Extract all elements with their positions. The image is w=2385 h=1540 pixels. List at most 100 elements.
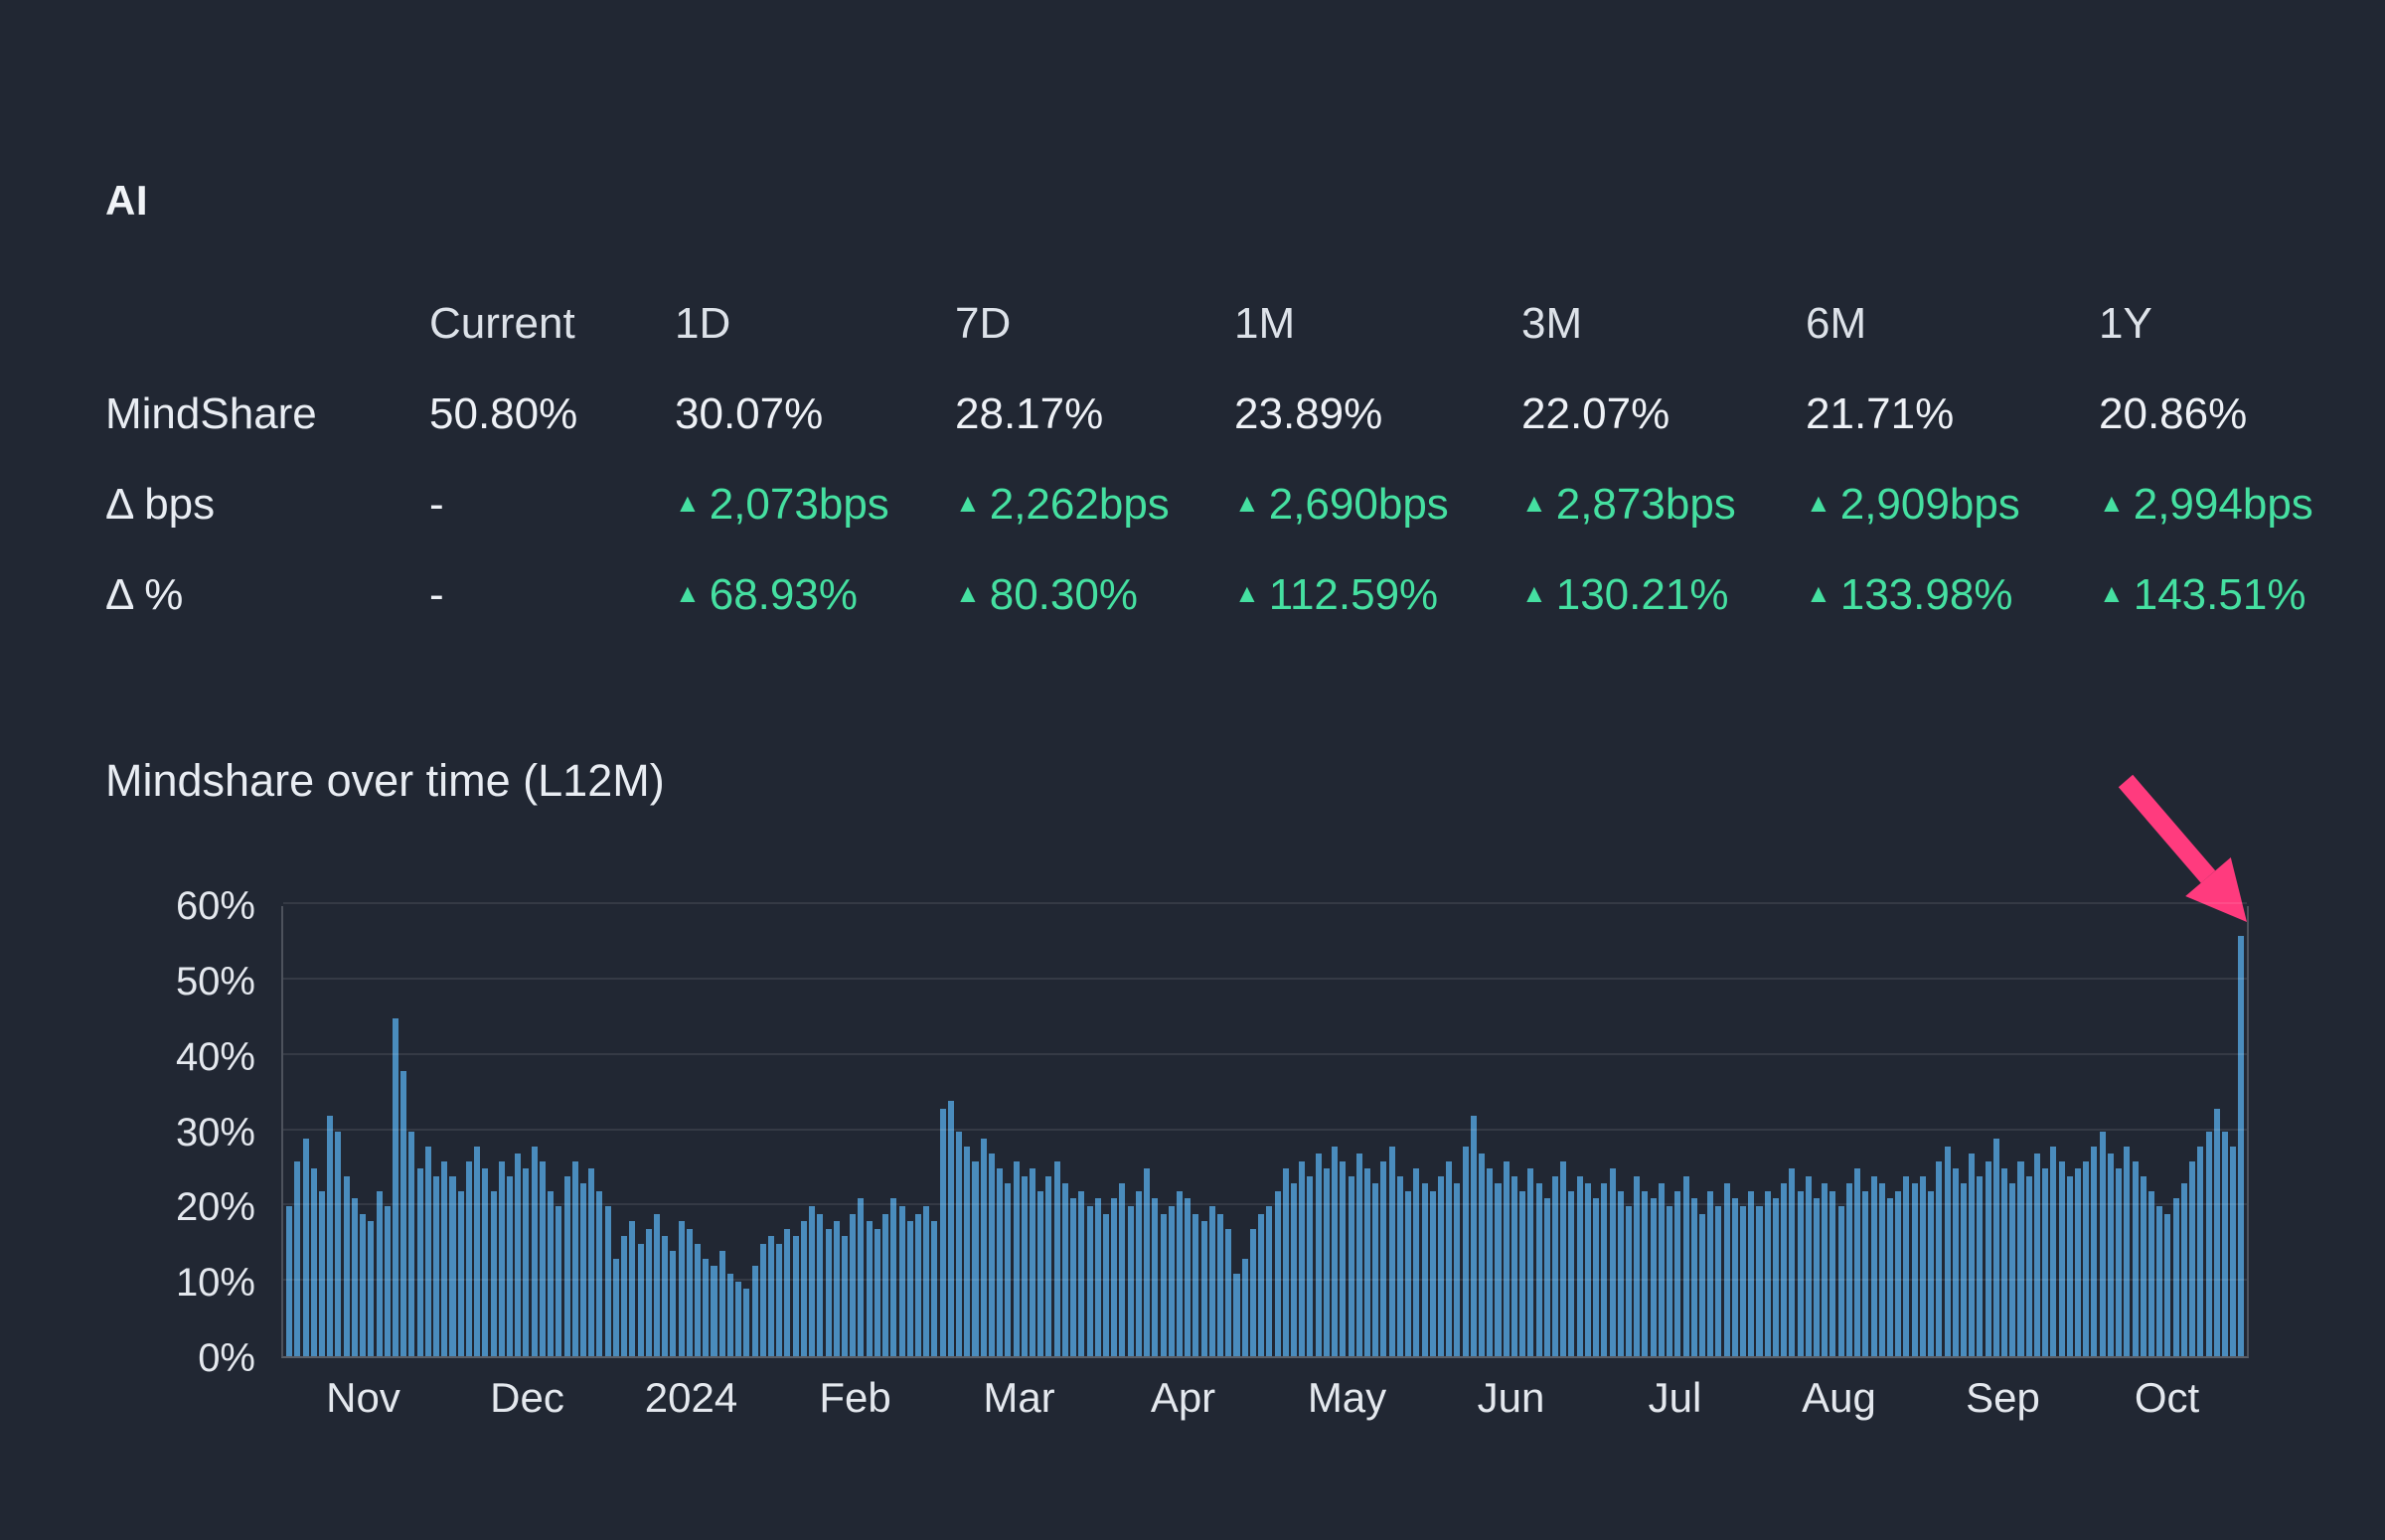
delta-value-text: 133.98% [1839,569,2013,619]
bar [2001,1168,2008,1356]
bar [1405,1190,1412,1356]
bar [1340,1160,1347,1356]
y-axis-label: 10% [175,1261,255,1306]
bar [416,1168,423,1356]
stats-value: 28.17% [955,388,1104,438]
bar [2075,1168,2082,1356]
stats-col-spacer [105,278,429,369]
x-axis-label: Jun [1477,1374,1545,1421]
bar [2180,1183,2187,1356]
up-triangle-icon: ▲ [955,487,981,518]
bar [662,1236,669,1356]
bar [1470,1116,1477,1356]
stats-row-label: Δ bps [105,479,216,529]
bar [2124,1146,2131,1356]
stats-row-label: Δ % [105,569,184,619]
bar [2116,1168,2123,1356]
bar [2189,1160,2196,1356]
bar [1527,1168,1534,1356]
stats-value: ▲ 80.30% [955,549,1234,640]
bar [2205,1131,2212,1356]
bar [2164,1213,2171,1356]
bar [1185,1198,1192,1356]
gridline [283,1052,2247,1055]
bar [1332,1146,1339,1356]
bar [1698,1213,1705,1356]
mindshare-chart: 0% 10% 20% 30% 40% 50% 60% [105,774,2385,1379]
bar [1617,1190,1624,1356]
bar [2091,1146,2098,1356]
bar [866,1221,873,1356]
bar [1748,1190,1755,1356]
bar [703,1258,710,1356]
bar [2147,1190,2154,1356]
bar [1992,1139,1999,1356]
bar [809,1206,816,1356]
bar [1543,1198,1550,1356]
bar [1944,1146,1951,1356]
bar [1282,1168,1289,1356]
bar [2033,1154,2040,1356]
delta-value-text: 143.51% [2133,569,2306,619]
bars [283,906,2247,1356]
stats-row-label: MindShare [105,388,317,438]
delta-value-text: 2,690bps [1268,479,1449,529]
bar [1535,1183,1542,1356]
bar [825,1228,832,1356]
gridline [283,1203,2247,1206]
bar [2058,1160,2065,1356]
stats-value: ▲ 68.93% [675,549,955,640]
bar [1625,1206,1632,1356]
bar [931,1221,938,1356]
bar [457,1190,464,1356]
bar [1144,1168,1151,1356]
bar [2009,1183,2016,1356]
bar [1658,1183,1665,1356]
bar [841,1236,848,1356]
bar [1772,1198,1779,1356]
bar [1837,1206,1844,1356]
bar [1413,1168,1420,1356]
bar [1715,1206,1722,1356]
up-triangle-icon: ▲ [1806,487,1831,518]
bar [1797,1190,1804,1356]
y-axis-label: 40% [175,1034,255,1079]
page-title: AI [105,177,148,224]
bar [1030,1168,1036,1356]
bar [972,1160,979,1356]
x-axis-label: Feb [819,1374,891,1421]
bar [726,1273,733,1356]
bar [515,1154,522,1356]
stats-value: 21.71% [1806,388,1955,438]
stats-value: ▲ 143.51% [2099,549,2385,640]
bar [310,1168,317,1356]
delta-value-text: 2,909bps [1839,479,2020,529]
bar [1421,1183,1428,1356]
bar [1225,1228,1232,1356]
bar [1878,1183,1885,1356]
stats-value: 23.89% [1234,388,1383,438]
bar [1814,1198,1821,1356]
bar [1355,1154,1362,1356]
bar [1503,1160,1510,1356]
bar [604,1206,611,1356]
bar [1168,1206,1175,1356]
bar [1363,1168,1370,1356]
gridline [283,1279,2247,1282]
bar [686,1228,693,1356]
bar [1429,1190,1436,1356]
bar [1690,1198,1697,1356]
bar [400,1071,407,1356]
up-triangle-icon: ▲ [2099,487,2125,518]
bar [1315,1154,1322,1356]
bar [882,1213,889,1356]
up-triangle-icon: ▲ [1521,487,1547,518]
x-axis-label: Mar [983,1374,1055,1421]
bar [792,1236,799,1356]
stats-value: ▲ 2,909bps [1806,459,2099,549]
delta-value-text: 80.30% [989,569,1138,619]
bar [1119,1183,1126,1356]
bar [1756,1206,1763,1356]
bar [800,1221,807,1356]
bar [743,1289,750,1356]
